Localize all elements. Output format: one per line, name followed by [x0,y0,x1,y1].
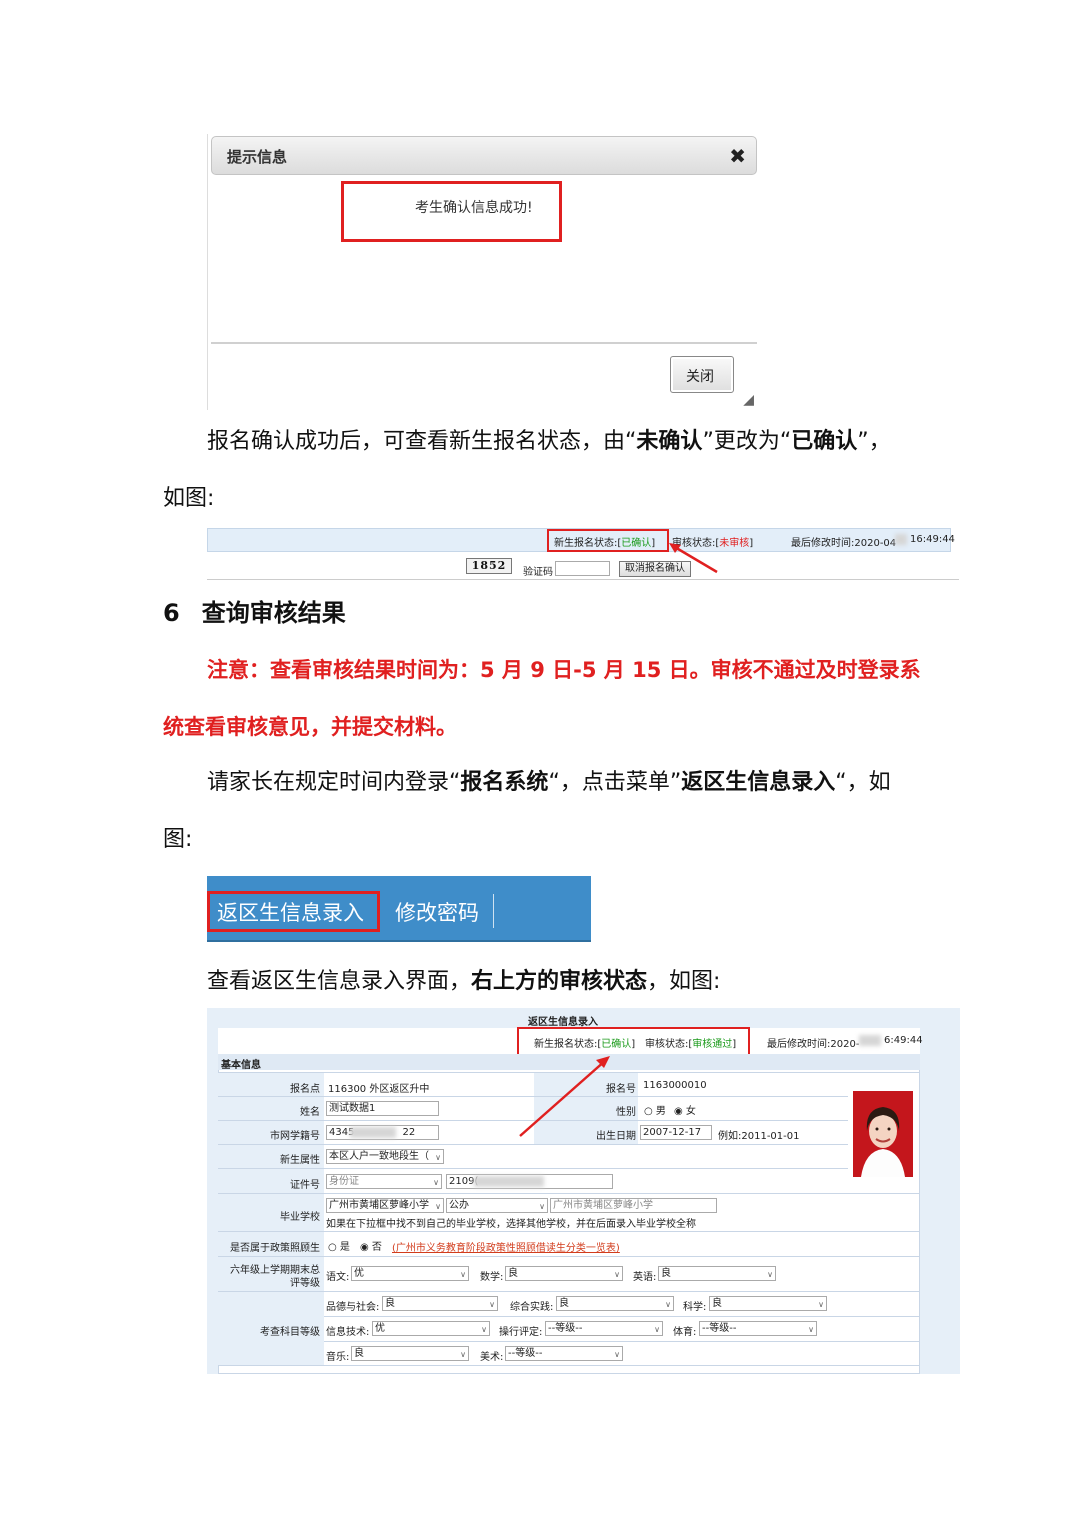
dialog-screenshot: 提示信息 ✖ 考生确认信息成功! 关闭 ◢ [207,134,757,410]
chevron-down-icon: ∨ [654,1325,660,1334]
birth-example: 例如:2011-01-01 [718,1131,800,1142]
xinxi-select[interactable]: 优 ∨ [372,1321,490,1336]
chevron-down-icon: ∨ [665,1300,671,1309]
student-photo [853,1091,913,1177]
school-label: 毕业学校 [280,1212,320,1223]
notice-line2: 统查看审核意见，并提交材料。 [163,715,457,739]
chevron-down-icon: ∨ [435,1153,441,1162]
yuwen-select[interactable]: 优 ∨ [351,1266,469,1281]
school-hint: 如果在下拉框中找不到自己的毕业学校，选择其他学校，并在后面录入毕业学校全称 [326,1219,696,1230]
attr-select[interactable]: 本区人户一致地段生（ ∨ [326,1149,444,1164]
dialog-divider [211,342,757,344]
chevron-down-icon: ∨ [539,1202,545,1211]
baominghao-value: 1163000010 [643,1080,707,1091]
name-input[interactable]: 测试数据1 [326,1101,439,1116]
para1-line1: 报名确认成功后，可查看新生报名状态，由“未确认”更改为“已确认”， [207,429,891,454]
chevron-down-icon: ∨ [614,1350,620,1359]
reg-status-highlight [547,529,669,552]
birth-input[interactable]: 2007-12-17 [640,1125,712,1140]
para3: 查看返区生信息录入界面，右上方的审核状态，如图: [207,969,721,994]
baomingdian-value: 116300 外区返区升中 [328,1084,430,1095]
resize-grip-icon[interactable]: ◢ [743,392,754,408]
meishu-select[interactable]: --等级-- ∨ [505,1346,623,1361]
attr-label: 新生属性 [280,1155,320,1166]
policy-yes-radio[interactable]: ○ 是 [328,1238,350,1253]
arrow-icon [519,1056,610,1137]
chevron-down-icon: ∨ [433,1178,439,1187]
dialog-close-button[interactable]: 关闭 [670,356,734,393]
menu-item-highlight [207,891,380,932]
name-label: 姓名 [300,1107,320,1118]
close-icon[interactable]: ✖ [729,144,746,168]
school-name-input[interactable]: 广州市黄埔区萝峰小学 [550,1198,717,1213]
school-type-select[interactable]: 公办 ∨ [446,1198,548,1213]
zonghe-select[interactable]: 良 ∨ [556,1296,674,1311]
dialog-title: 提示信息 [227,148,288,166]
menu-item-change-password[interactable]: 修改密码 [385,890,495,932]
dialog-titlebar: 提示信息 ✖ [211,136,757,175]
captcha-label: 验证码 [523,567,553,578]
captcha-image: 1852 [466,558,512,574]
chevron-down-icon: ∨ [808,1325,814,1334]
chevron-down-icon: ∨ [767,1270,773,1279]
id-label: 证件号 [290,1180,320,1191]
chevron-down-icon: ∨ [460,1350,466,1359]
shuxue-select[interactable]: 良 ∨ [505,1266,623,1281]
caoxing-select[interactable]: --等级-- ∨ [545,1321,663,1336]
policy-label: 是否属于政策照顾生 [230,1243,320,1254]
baomingdian-label: 报名点 [290,1084,320,1095]
para2-line2: 图: [163,827,193,852]
yingyu-select[interactable]: 良 ∨ [658,1266,776,1281]
chevron-down-icon: ∨ [489,1300,495,1309]
section-heading: 6 查询审核结果 [163,599,346,627]
dialog-message: 考生确认信息成功! [415,200,533,216]
para1-line2: 如图: [163,486,215,511]
form-title: 返区生信息录入 [528,1017,598,1028]
tiyu-select[interactable]: --等级-- ∨ [699,1321,817,1336]
status-bar-screenshot: 新生报名状态:[已确认] 审核状态:[未审核] 最后修改时间:2020-04 1… [207,526,959,582]
chevron-down-icon: ∨ [460,1270,466,1279]
menu-screenshot: 返区生信息录入 修改密码 [207,876,591,942]
captcha-input[interactable] [555,561,610,576]
chevron-down-icon: ∨ [481,1325,487,1334]
yinyue-select[interactable]: 良 ∨ [351,1346,469,1361]
arrow-icon [669,543,718,574]
grade-label-2: 评等级 [290,1278,320,1289]
id-type-select[interactable]: 身份证 ∨ [326,1174,442,1189]
exam-label: 考查科目等级 [260,1327,320,1338]
notice-line1: 注意：查看审核结果时间为：5 月 9 日-5 月 15 日。审核不通过及时登录系 [207,658,921,682]
policy-link[interactable]: (广州市义务教育阶段政策性照顾借读生分类一览表) [392,1239,620,1254]
xueji-label: 市网学籍号 [270,1131,320,1142]
chevron-down-icon: ∨ [818,1300,824,1309]
para2-line1: 请家长在规定时间内登录“报名系统“，点击菜单”返区生信息录入“，如 [207,770,891,795]
pinde-select[interactable]: 良 ∨ [382,1296,498,1311]
school-select[interactable]: 广州市黄埔区萝峰小学 ∨ [326,1198,444,1213]
form-section-title: 基本信息 [221,1060,261,1071]
gender-male-radio[interactable]: ○ 男 [644,1102,666,1117]
gender-female-radio[interactable]: ◉ 女 [674,1102,696,1117]
kexue-select[interactable]: 良 ∨ [709,1296,827,1311]
chevron-down-icon: ∨ [614,1270,620,1279]
chevron-down-icon: ∨ [435,1202,441,1211]
policy-no-radio[interactable]: ◉ 否 [360,1238,382,1253]
